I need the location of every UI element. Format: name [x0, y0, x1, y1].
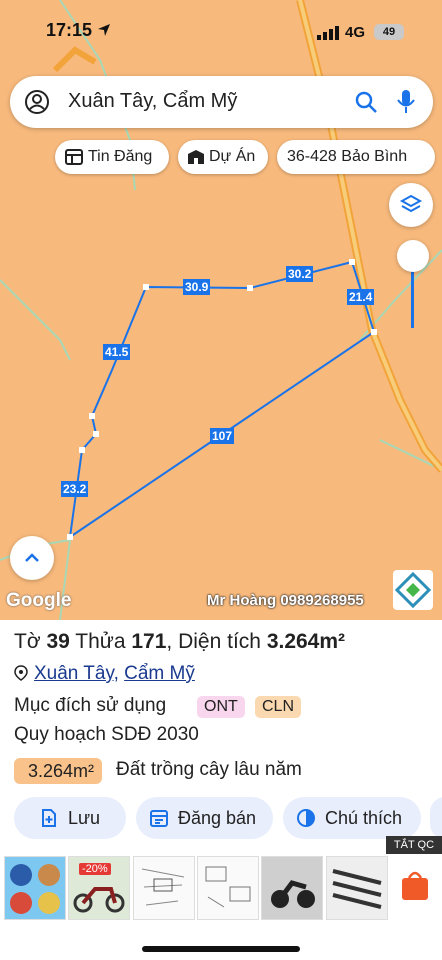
- microphone-icon[interactable]: [396, 89, 416, 115]
- ad-thumbnail[interactable]: [4, 856, 66, 920]
- edge-label: 30.9: [183, 279, 211, 295]
- chip-du-an[interactable]: Dự Án: [178, 140, 268, 174]
- parcel-title: Tờ 39 Thửa 171, Diện tích 3.264m²: [14, 630, 346, 653]
- brand-logo-icon: [394, 571, 432, 609]
- edge-label: 107: [210, 428, 235, 444]
- ad-thumbnail[interactable]: [133, 856, 195, 920]
- expand-up-button[interactable]: [10, 536, 54, 580]
- purpose-badge-cln: CLN: [255, 696, 302, 718]
- chip-label: Tin Đăng: [88, 148, 153, 165]
- purpose-badge-ont: ONT: [197, 696, 245, 718]
- post-sale-button[interactable]: Đăng bán: [136, 797, 273, 839]
- search-input[interactable]: Xuân Tây, Cẩm Mỹ: [68, 90, 237, 113]
- layers-button[interactable]: [389, 183, 433, 227]
- legend-button[interactable]: Chú thích: [283, 797, 421, 839]
- planning-land-type: Đất trồng cây lâu năm: [116, 759, 302, 780]
- ad-thumbnail[interactable]: [197, 856, 259, 920]
- chip-tin-dang[interactable]: Tin Đăng: [55, 140, 169, 174]
- parts-diagram-image: [205, 866, 251, 908]
- network-type: 4G: [345, 24, 366, 41]
- ward-link[interactable]: Xuân Tây: [34, 663, 114, 684]
- status-time: 17:15: [46, 20, 111, 41]
- contrast-icon: [297, 809, 315, 827]
- ad-thumbnail[interactable]: [261, 856, 323, 920]
- planning-area-badge: 3.264m²: [14, 758, 103, 784]
- calendar-list-icon: [150, 810, 168, 827]
- search-bar[interactable]: Xuân Tây, Cẩm Mỹ: [10, 76, 433, 128]
- listing-icon: [65, 149, 83, 165]
- chip-label: Dự Án: [209, 148, 256, 165]
- location-arrow-icon: [98, 24, 111, 36]
- status-bar: 17:15 4G 49: [0, 0, 442, 62]
- shopee-logo[interactable]: [392, 856, 438, 918]
- edge-label: 41.5: [103, 344, 131, 360]
- shopping-bag-icon: [402, 871, 428, 900]
- ad-thumbnail[interactable]: -20%: [68, 856, 130, 920]
- location-pin-icon: [14, 665, 28, 681]
- purpose-label: Mục đích sử dụng: [14, 695, 167, 716]
- planning-label: Quy hoạch SDĐ 2030: [14, 724, 199, 745]
- toy-image: [10, 864, 60, 914]
- save-button[interactable]: Lưu: [14, 797, 126, 839]
- parts-diagram-image: [141, 868, 185, 906]
- building-icon: [188, 150, 204, 164]
- battery-indicator: 49: [374, 24, 404, 40]
- watermark-text: Mr Hoàng 0989268955: [207, 592, 364, 609]
- ad-thumbnail[interactable]: [326, 856, 388, 920]
- opacity-slider-handle[interactable]: [397, 240, 429, 272]
- bookmark-add-icon: [42, 809, 56, 827]
- district-link[interactable]: Cẩm Mỹ: [124, 663, 195, 684]
- discount-badge: -20%: [79, 863, 111, 875]
- home-indicator: [142, 946, 300, 952]
- motorbike-photo: [271, 880, 315, 908]
- edge-label: 23.2: [61, 481, 89, 497]
- signal-icon: [317, 26, 339, 40]
- parcel-location: Xuân Tây, Cẩm Mỹ: [14, 663, 195, 685]
- chip-location[interactable]: 36-428 Bảo Bình: [277, 140, 435, 174]
- more-button[interactable]: [430, 797, 442, 839]
- google-logo: Google: [6, 590, 72, 611]
- chevron-up-icon: [25, 553, 39, 562]
- chip-label: 36-428 Bảo Bình: [287, 148, 408, 165]
- brand-logo: [393, 570, 433, 610]
- search-icon[interactable]: [354, 90, 378, 114]
- edge-label: 21.4: [347, 289, 375, 305]
- account-icon[interactable]: [24, 89, 50, 115]
- layers-icon: [399, 194, 423, 213]
- edge-label: 30.2: [286, 266, 314, 282]
- blades-image: [332, 869, 382, 909]
- close-ad-button[interactable]: TẮT QC: [386, 836, 442, 854]
